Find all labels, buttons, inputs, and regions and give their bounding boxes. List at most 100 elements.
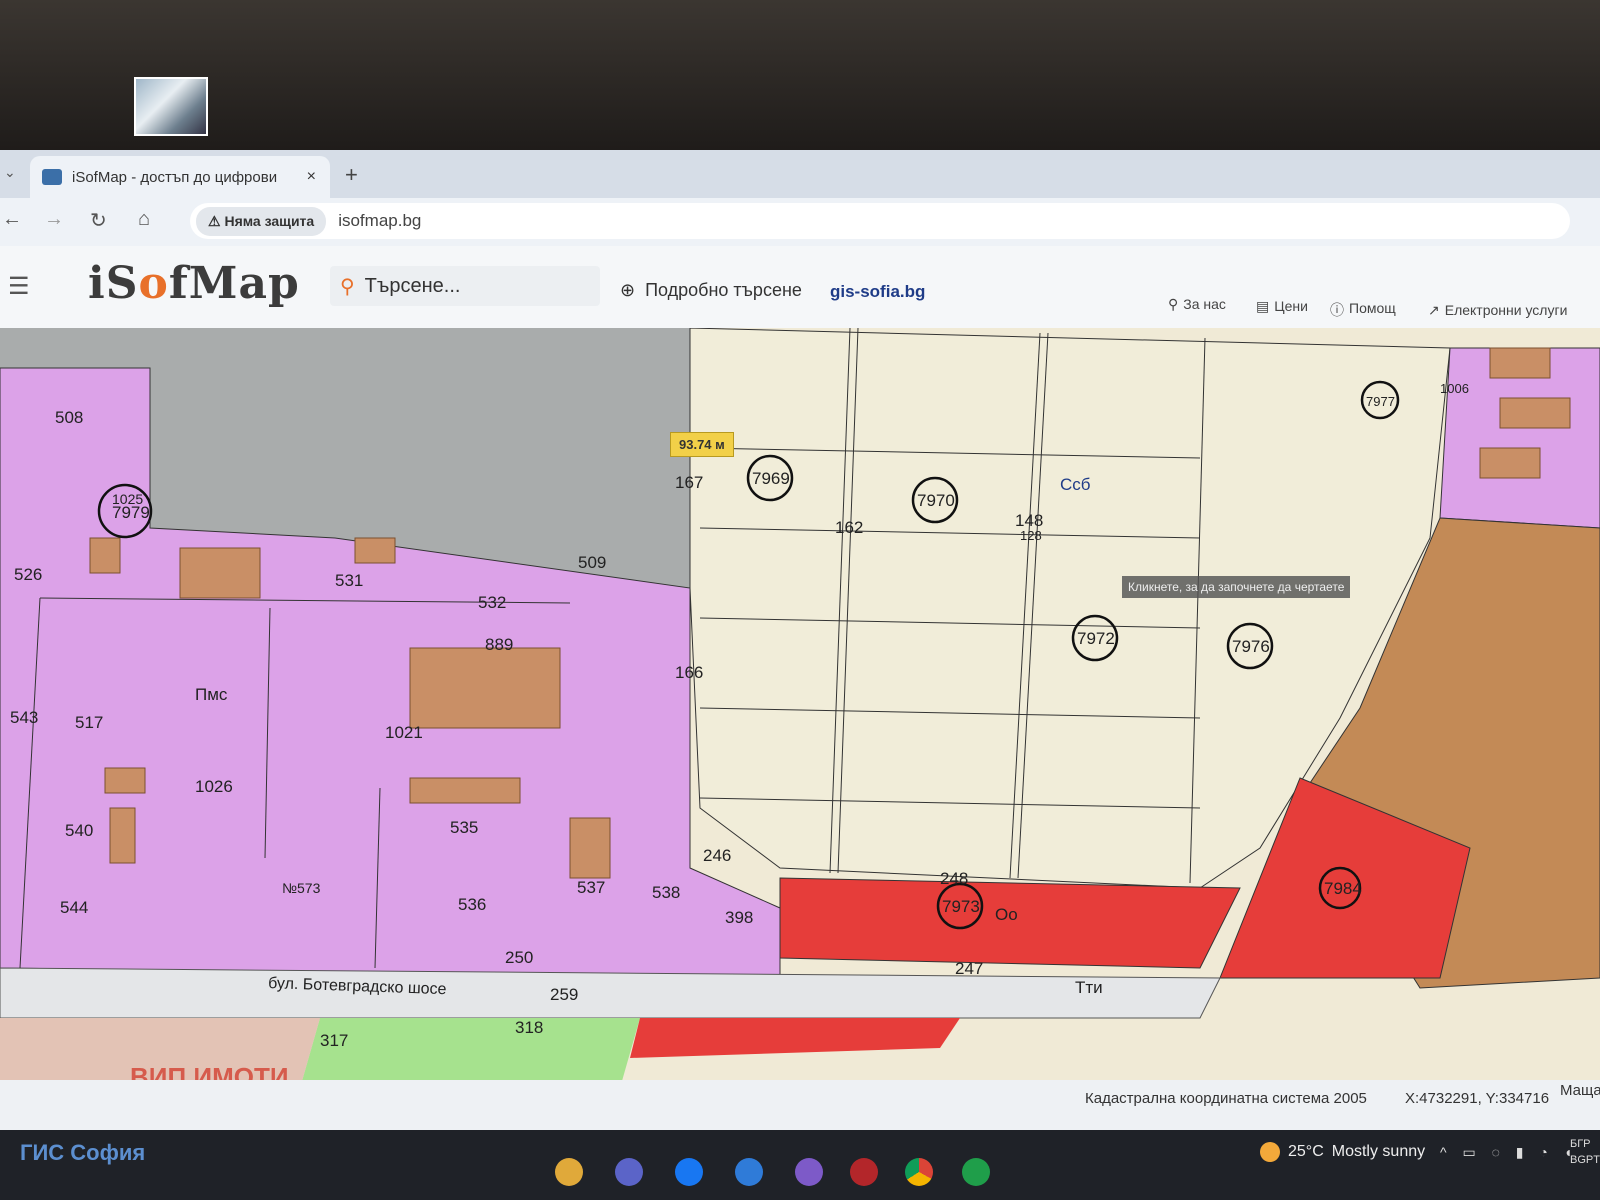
lang-bottom: BGPT xyxy=(1570,1154,1600,1166)
reload-icon[interactable]: ↻ xyxy=(90,208,107,233)
parcel-536: 536 xyxy=(458,895,486,914)
tab-close-icon[interactable]: × xyxy=(307,168,316,186)
nav-prices[interactable]: ▤ Цени xyxy=(1256,298,1308,315)
gis-sofia-footer-logo: ГИС София xyxy=(20,1140,146,1165)
zoom-search-icon: ⊕ xyxy=(620,280,636,300)
address-bar[interactable]: ⚠ Няма защита isofmap.bg xyxy=(190,203,1570,239)
parcel-259: 259 xyxy=(550,985,578,1004)
parcel-889: 889 xyxy=(485,635,513,654)
weather-temp: 25°C xyxy=(1288,1143,1324,1160)
parcel-1006: 1006 xyxy=(1440,381,1469,396)
new-tab-button[interactable]: + xyxy=(345,162,358,188)
building-thumbnail xyxy=(134,77,208,136)
block-7984: 7984 xyxy=(1324,879,1362,898)
os-taskbar: ГИС София 25°C Mostly sunny ^ ▭ ◌ ▮ ◔ ◖ … xyxy=(0,1130,1600,1200)
nav-prices-label: Цени xyxy=(1274,298,1308,314)
external-link-icon: ↗ xyxy=(1428,302,1440,318)
parcel-162: 162 xyxy=(835,518,863,537)
block-7973: 7973 xyxy=(942,897,980,916)
home-icon[interactable]: ⌂ xyxy=(138,208,150,231)
nav-about-label: За нас xyxy=(1183,296,1226,312)
nav-help-label: Помощ xyxy=(1349,300,1396,316)
coordinate-system-label: Кадастрална координатна система 2005 xyxy=(1085,1090,1367,1107)
parcel-398: 398 xyxy=(725,908,753,927)
parcel-543: 543 xyxy=(10,708,38,727)
scale-label: Маща xyxy=(1560,1082,1600,1099)
gis-sofia-link[interactable]: gis-sofia.bg xyxy=(830,282,925,302)
draw-tooltip: Кликнете, за да започнете да чертаете xyxy=(1122,576,1351,598)
nav-about[interactable]: ⚲ За нас xyxy=(1168,296,1226,313)
layers-icon[interactable]: ☰ xyxy=(8,272,30,301)
parcel-535: 535 xyxy=(450,818,478,837)
question-icon: ⓘ xyxy=(1330,302,1344,318)
parcel-537: 537 xyxy=(577,878,605,897)
security-label: Няма защита xyxy=(224,212,315,229)
weather-desc: Mostly sunny xyxy=(1331,1143,1426,1160)
parcel-246: 246 xyxy=(703,846,731,865)
zone-no573: №573 xyxy=(282,880,321,896)
parcel-317: 317 xyxy=(320,1031,348,1050)
search-icon: ⚲ xyxy=(340,275,355,298)
parcel-544: 544 xyxy=(60,898,88,917)
game-icon[interactable] xyxy=(850,1158,878,1186)
zone-pms: Пмс xyxy=(195,685,228,704)
advanced-search-label: Подробно търсене xyxy=(645,280,802,300)
viber-icon[interactable] xyxy=(795,1158,823,1186)
advanced-search-link[interactable]: ⊕ Подробно търсене xyxy=(620,280,802,301)
back-icon[interactable]: ← xyxy=(2,208,22,231)
parcel-250: 250 xyxy=(505,948,533,967)
block-7976: 7976 xyxy=(1232,637,1270,656)
parcel-318: 318 xyxy=(515,1018,543,1037)
tab-list-chevron-icon[interactable]: ⌄ xyxy=(4,164,16,181)
facebook-icon[interactable] xyxy=(675,1158,703,1186)
forward-icon[interactable]: → xyxy=(44,208,64,231)
nav-eservices[interactable]: ↗ Електронни услуги xyxy=(1428,302,1567,319)
parcel-128: 128 xyxy=(1020,528,1042,543)
tab-bar: ⌄ iSofMap - достъп до цифрови × + xyxy=(0,150,1600,198)
parcel-540: 540 xyxy=(65,821,93,840)
block-1025: 1025 xyxy=(112,491,143,507)
browser-window: ⌄ iSofMap - достъп до цифрови × + ← → ↻ … xyxy=(0,150,1600,1200)
tab-isofmap[interactable]: iSofMap - достъп до цифрови × xyxy=(30,156,330,198)
chrome-icon[interactable] xyxy=(905,1158,933,1186)
cursor-coordinates: X:4732291, Y:334716 xyxy=(1405,1090,1550,1107)
zone-oo: Оо xyxy=(995,905,1018,924)
upwork-icon[interactable] xyxy=(962,1158,990,1186)
parcel-531: 531 xyxy=(335,571,363,590)
navigation-bar: ← → ↻ ⌂ ⚠ Няма защита isofmap.bg xyxy=(0,198,1600,246)
parcel-532: 532 xyxy=(478,593,506,612)
block-7970: 7970 xyxy=(917,491,955,510)
parcel-526: 526 xyxy=(14,565,42,584)
zone-ssb: Ссб xyxy=(1060,475,1091,494)
block-7969: 7969 xyxy=(752,469,790,488)
mail-icon[interactable] xyxy=(735,1158,763,1186)
block-7977: 7977 xyxy=(1366,394,1395,409)
nav-eservices-label: Електронни услуги xyxy=(1444,302,1568,318)
parcel-247: 247 xyxy=(955,959,983,978)
lang-top: БГР xyxy=(1570,1138,1591,1150)
search-input[interactable]: ⚲ Търсене... xyxy=(330,266,600,306)
isofmap-logo[interactable]: iSofMap xyxy=(88,258,300,309)
measure-badge: 93.74 м xyxy=(670,432,734,457)
search-placeholder: Търсене... xyxy=(364,274,461,297)
language-indicator[interactable]: БГР BGPT xyxy=(1570,1136,1600,1168)
file-explorer-icon[interactable] xyxy=(555,1158,583,1186)
parcel-167: 167 xyxy=(675,473,703,492)
nav-help[interactable]: ⓘ Помощ xyxy=(1330,300,1396,320)
map-canvas[interactable]: 7979 1025 7969 7970 7972 7976 7973 7984 … xyxy=(0,327,1600,1088)
parcel-1026: 1026 xyxy=(195,777,233,796)
sun-icon xyxy=(1260,1142,1280,1162)
parcel-517: 517 xyxy=(75,713,103,732)
weather-widget[interactable]: 25°C Mostly sunny xyxy=(1260,1142,1425,1162)
gis-favicon-icon xyxy=(42,169,62,185)
cadastral-map[interactable]: 7979 1025 7969 7970 7972 7976 7973 7984 … xyxy=(0,327,1600,1088)
zone-tti: Тти xyxy=(1075,978,1103,997)
tab-title: iSofMap - достъп до цифрови xyxy=(72,168,278,186)
location-pin-icon: ⚲ xyxy=(1168,296,1179,312)
security-warning-chip[interactable]: ⚠ Няма защита xyxy=(196,206,327,236)
system-tray-icons[interactable]: ^ ▭ ◌ ▮ ◔ ◖ xyxy=(1440,1144,1578,1161)
app-p-icon[interactable] xyxy=(615,1158,643,1186)
green-strip xyxy=(300,1018,640,1088)
monitor-bezel xyxy=(0,0,1600,150)
logo-pin: o xyxy=(138,258,169,309)
